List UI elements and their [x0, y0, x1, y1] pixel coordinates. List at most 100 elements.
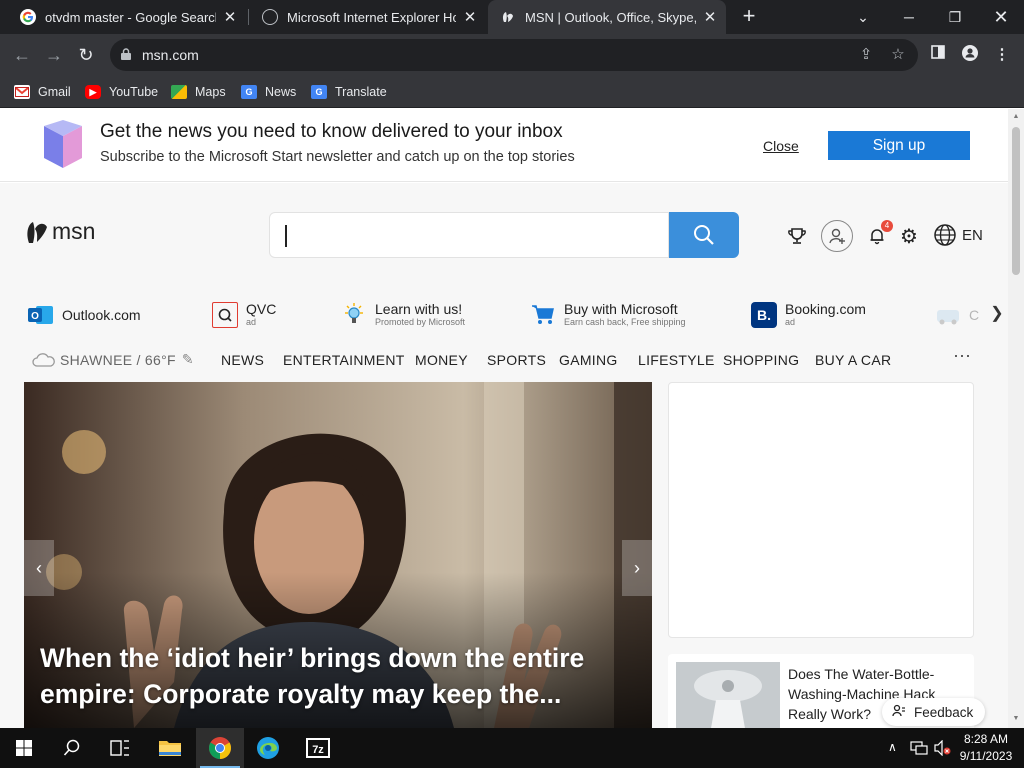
edit-pencil-icon[interactable]: ✎: [182, 351, 194, 368]
hero-prev-chevron-icon[interactable]: ‹: [24, 540, 54, 596]
signup-button[interactable]: Sign up: [828, 131, 970, 160]
reload-button[interactable]: ↻: [74, 43, 98, 67]
taskbar-search-button[interactable]: [48, 728, 96, 768]
windows-taskbar: 7z ∧ 8:28 AM 9/11/2023: [0, 728, 1024, 768]
banner-title: Get the news you need to know delivered …: [100, 121, 563, 142]
car-icon: [935, 302, 961, 328]
globe-icon: [262, 9, 278, 25]
qvc-icon: [212, 302, 238, 328]
page-scrollbar[interactable]: ▲ ▼: [1008, 109, 1024, 728]
close-window-button[interactable]: ✕: [978, 0, 1024, 34]
close-tab-icon[interactable]: ✕: [702, 8, 718, 26]
nav-item-sports[interactable]: SPORTS: [487, 352, 546, 368]
taskbar-edge[interactable]: [244, 728, 292, 768]
quicklink-learn[interactable]: Learn with us! Promoted by Microsoft: [341, 297, 465, 333]
hero-story[interactable]: ‹ › When the ‘idiot heir’ brings down th…: [24, 382, 652, 728]
quicklink-buy-with-microsoft[interactable]: Buy with Microsoft Earn cash back, Free s…: [530, 297, 686, 333]
menu-kebab-icon[interactable]: ⋮: [992, 45, 1012, 65]
lock-icon: [121, 48, 131, 60]
quicklink-sub: Earn cash back, Free shipping: [564, 317, 686, 327]
microsoft-start-logo-icon: [44, 120, 82, 168]
language-globe-icon[interactable]: [932, 222, 958, 248]
banner-close-link[interactable]: Close: [763, 138, 799, 154]
minimize-button[interactable]: ─: [886, 0, 932, 34]
quicklinks-next-chevron-icon[interactable]: ❯: [986, 302, 1008, 326]
ad-placeholder-card: [668, 382, 974, 638]
banner-subtitle: Subscribe to the Microsoft Start newslet…: [100, 149, 575, 165]
quicklink-outlook[interactable]: O Outlook.com: [28, 297, 141, 333]
folder-icon: [159, 741, 181, 756]
browser-toolbar: ← → ↻ msn.com ⇪ ☆ ⋮: [0, 34, 1024, 76]
tab-ie-home[interactable]: Microsoft Internet Explorer Home ✕: [250, 0, 486, 34]
new-tab-button[interactable]: +: [738, 5, 760, 27]
settings-gear-icon[interactable]: ⚙: [896, 223, 922, 249]
feedback-label: Feedback: [914, 704, 974, 720]
quicklink-partial[interactable]: C: [935, 297, 979, 333]
nav-item-money[interactable]: MONEY: [415, 352, 468, 368]
msn-icon: [500, 9, 516, 25]
share-icon[interactable]: ⇪: [858, 47, 874, 63]
category-nav: SHAWNEE / 66°F ✎ NEWS ENTERTAINMENT MONE…: [0, 341, 1008, 377]
msn-logo[interactable]: msn: [26, 218, 95, 245]
quicklink-qvc[interactable]: QVC ad: [212, 297, 276, 333]
tab-google-search[interactable]: otvdm master - Google Search ✕: [8, 0, 246, 34]
bookmark-youtube[interactable]: ▶ YouTube: [85, 82, 158, 102]
scrollbar-thumb[interactable]: [1012, 127, 1020, 275]
cloud-icon: [32, 352, 55, 367]
weather-widget[interactable]: SHAWNEE / 66°F ✎: [31, 351, 194, 368]
scroll-up-icon[interactable]: ▲: [1012, 113, 1020, 120]
forward-button[interactable]: →: [42, 43, 66, 67]
taskbar-7zip[interactable]: 7z: [294, 728, 342, 768]
search-button[interactable]: [669, 212, 739, 258]
hero-next-chevron-icon[interactable]: ›: [622, 540, 652, 596]
quicklink-booking[interactable]: B. Booking.com ad: [751, 297, 866, 333]
address-bar[interactable]: msn.com ⇪ ☆: [110, 39, 918, 71]
nav-item-entertainment[interactable]: ENTERTAINMENT: [283, 352, 405, 368]
close-tab-icon[interactable]: ✕: [222, 8, 238, 26]
restore-button[interactable]: ❐: [932, 0, 978, 34]
volume-muted-icon[interactable]: [934, 739, 952, 759]
task-view-button[interactable]: [96, 728, 144, 768]
bookmark-label: YouTube: [109, 85, 159, 99]
taskbar-clock[interactable]: 8:28 AM 9/11/2023: [956, 731, 1016, 765]
rewards-trophy-icon[interactable]: [784, 223, 810, 249]
nav-item-buy-a-car[interactable]: BUY A CAR: [815, 352, 891, 368]
nav-item-shopping[interactable]: SHOPPING: [723, 352, 799, 368]
network-icon[interactable]: [910, 740, 928, 759]
bookmark-news[interactable]: G News: [241, 82, 296, 102]
maps-icon: [171, 85, 187, 99]
nav-item-news[interactable]: NEWS: [221, 352, 264, 368]
bookmarks-bar: Gmail ▶ YouTube Maps G News G Translate: [0, 76, 1024, 108]
side-panel-icon[interactable]: [928, 45, 948, 65]
tray-overflow-chevron-icon[interactable]: ∧: [888, 740, 897, 754]
hero-headline[interactable]: When the ‘idiot heir’ brings down the en…: [40, 640, 640, 712]
feedback-button[interactable]: Feedback: [882, 698, 985, 726]
bookmark-translate[interactable]: G Translate: [311, 82, 387, 102]
bookmark-label: Gmail: [38, 85, 71, 99]
scroll-down-icon[interactable]: ▼: [1012, 715, 1020, 722]
nav-item-gaming[interactable]: GAMING: [559, 352, 618, 368]
back-button[interactable]: ←: [10, 43, 34, 67]
bookmark-gmail[interactable]: Gmail: [14, 82, 71, 102]
bookmark-star-icon[interactable]: ☆: [890, 47, 906, 63]
language-label[interactable]: EN: [962, 227, 983, 244]
close-tab-icon[interactable]: ✕: [462, 8, 478, 26]
tab-search-chevron-icon[interactable]: ⌄: [840, 0, 886, 34]
taskbar-file-explorer[interactable]: [146, 728, 194, 768]
clock-date: 9/11/2023: [959, 749, 1013, 763]
bookmark-maps[interactable]: Maps: [171, 82, 226, 102]
bookmark-label: Maps: [195, 85, 226, 99]
quicklink-label: Outlook.com: [62, 306, 141, 323]
nav-item-lifestyle[interactable]: LIFESTYLE: [638, 352, 715, 368]
tab-msn[interactable]: MSN | Outlook, Office, Skype, Bing ✕: [488, 0, 726, 34]
nav-more-icon[interactable]: ···: [953, 345, 971, 366]
profile-icon[interactable]: [960, 45, 980, 65]
sign-in-avatar-icon[interactable]: [821, 220, 853, 252]
taskbar-chrome[interactable]: [196, 728, 244, 768]
tab-strip: otvdm master - Google Search ✕ Microsoft…: [0, 0, 1024, 34]
tab-title: MSN | Outlook, Office, Skype, Bing: [525, 9, 696, 25]
msn-butterfly-icon: [27, 221, 47, 243]
search-input[interactable]: [269, 212, 669, 258]
chrome-icon: [209, 737, 231, 759]
start-button[interactable]: [0, 728, 48, 768]
